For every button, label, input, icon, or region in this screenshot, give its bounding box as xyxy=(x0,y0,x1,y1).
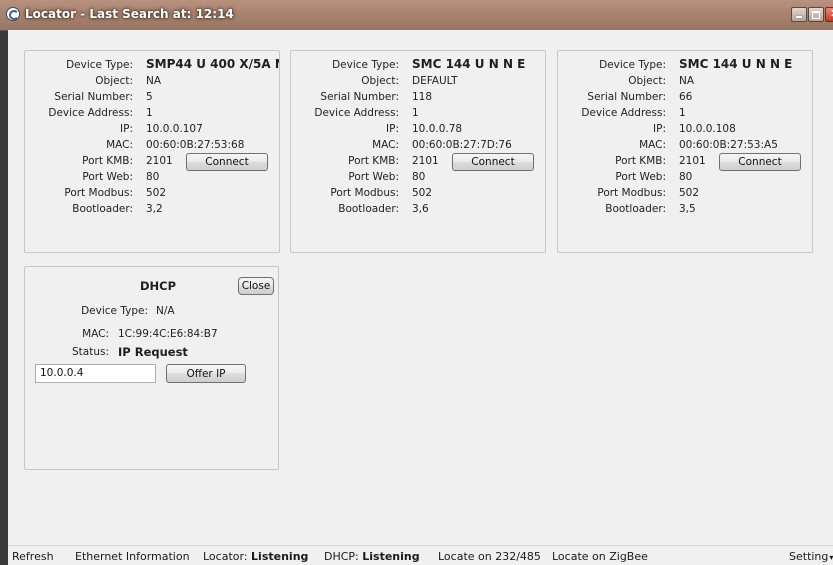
mac-label: MAC: xyxy=(639,139,666,151)
dhcp-status[interactable]: DHCP: Listening xyxy=(324,550,420,563)
bootloader-value: 3,6 xyxy=(412,203,429,215)
port-modbus-label: Port Modbus: xyxy=(330,187,399,199)
device-type-label: Device Type: xyxy=(332,59,399,71)
chevron-down-icon: ▾ xyxy=(829,553,833,562)
port-kmb-value: 2101 xyxy=(679,155,706,167)
port-kmb-label: Port KMB: xyxy=(82,155,133,167)
port-kmb-label: Port KMB: xyxy=(615,155,666,167)
app-refresh-icon xyxy=(6,7,20,21)
serial-number-label: Serial Number: xyxy=(320,91,399,103)
serial-number-value: 5 xyxy=(146,91,153,103)
device-panel: Device Type: SMC 144 U N N E Object: DEF… xyxy=(290,50,546,253)
bootloader-value: 3,5 xyxy=(679,203,696,215)
dhcp-mac-label: MAC: xyxy=(82,328,109,340)
dhcp-title: DHCP xyxy=(140,279,177,293)
serial-number-value: 118 xyxy=(412,91,433,103)
bootloader-label: Bootloader: xyxy=(338,203,399,215)
serial-number-label: Serial Number: xyxy=(54,91,133,103)
ip-label: IP: xyxy=(386,123,399,135)
device-type-label: Device Type: xyxy=(66,59,133,71)
locator-status-value: Listening xyxy=(251,550,309,563)
device-address-value: 1 xyxy=(679,107,686,119)
device-type-value: SMC 144 U N N E xyxy=(412,57,526,71)
mac-value: 00:60:0B:27:7D:76 xyxy=(412,139,512,151)
object-value: NA xyxy=(679,75,695,87)
port-web-label: Port Web: xyxy=(348,171,399,183)
dhcp-device-type-label: Device Type: xyxy=(81,305,148,317)
refresh-link[interactable]: Refresh xyxy=(12,550,54,563)
settings-menu[interactable]: Setting▾ xyxy=(789,550,833,563)
port-modbus-value: 502 xyxy=(146,187,167,199)
device-address-value: 1 xyxy=(412,107,419,119)
dhcp-status-value-sb: Listening xyxy=(362,550,420,563)
device-panel: Device Type: SMC 144 U N N E Object: NA … xyxy=(557,50,813,253)
object-label: Object: xyxy=(95,75,133,87)
close-window-button[interactable] xyxy=(825,7,833,22)
maximize-button[interactable] xyxy=(808,7,824,22)
mac-label: MAC: xyxy=(372,139,399,151)
offer-ip-button[interactable]: Offer IP xyxy=(166,364,246,383)
locator-status[interactable]: Locator: Listening xyxy=(203,550,308,563)
locate-zigbee-link[interactable]: Locate on ZigBee xyxy=(552,550,648,563)
dhcp-close-button[interactable]: Close xyxy=(238,277,274,295)
locator-status-label: Locator: xyxy=(203,550,248,563)
ip-value: 10.0.0.78 xyxy=(412,123,463,135)
bootloader-value: 3,2 xyxy=(146,203,163,215)
locate-232-link[interactable]: Locate on 232/485 xyxy=(438,550,541,563)
port-modbus-value: 502 xyxy=(412,187,433,199)
device-address-label: Device Address: xyxy=(581,107,666,119)
port-web-label: Port Web: xyxy=(615,171,666,183)
device-panel: Device Type: SMP44 U 400 X/5A N N Object… xyxy=(24,50,280,253)
port-web-label: Port Web: xyxy=(82,171,133,183)
window-title: Locator - Last Search at: 12:14 xyxy=(25,7,234,21)
mac-value: 00:60:0B:27:53:68 xyxy=(146,139,245,151)
device-address-label: Device Address: xyxy=(314,107,399,119)
minimize-button[interactable] xyxy=(791,7,807,22)
ip-value: 10.0.0.107 xyxy=(146,123,203,135)
offer-ip-input[interactable]: 10.0.0.4 xyxy=(35,364,156,383)
connect-button[interactable]: Connect xyxy=(186,153,268,171)
port-kmb-label: Port KMB: xyxy=(348,155,399,167)
object-label: Object: xyxy=(628,75,666,87)
device-type-value: SMP44 U 400 X/5A N N xyxy=(146,57,279,71)
port-web-value: 80 xyxy=(146,171,160,183)
port-web-value: 80 xyxy=(679,171,693,183)
dhcp-status-value: IP Request xyxy=(118,345,188,359)
object-value: DEFAULT xyxy=(412,75,458,87)
port-modbus-label: Port Modbus: xyxy=(597,187,666,199)
device-type-label: Device Type: xyxy=(599,59,666,71)
ip-label: IP: xyxy=(120,123,133,135)
bootloader-label: Bootloader: xyxy=(605,203,666,215)
bootloader-label: Bootloader: xyxy=(72,203,133,215)
ethernet-info-link[interactable]: Ethernet Information xyxy=(75,550,190,563)
settings-label: Setting xyxy=(789,550,829,563)
connect-button[interactable]: Connect xyxy=(452,153,534,171)
device-type-value: SMC 144 U N N E xyxy=(679,57,793,71)
mac-label: MAC: xyxy=(106,139,133,151)
device-address-label: Device Address: xyxy=(48,107,133,119)
title-bar[interactable]: Locator - Last Search at: 12:14 xyxy=(0,0,833,31)
ip-value: 10.0.0.108 xyxy=(679,123,736,135)
dhcp-panel: DHCP Close Device Type: N/A MAC: 1C:99:4… xyxy=(24,266,279,470)
serial-number-label: Serial Number: xyxy=(587,91,666,103)
client-area: Device Type: SMP44 U 400 X/5A N N Object… xyxy=(8,30,833,565)
dhcp-device-type-value: N/A xyxy=(156,305,175,317)
mac-value: 00:60:0B:27:53:A5 xyxy=(679,139,778,151)
ip-label: IP: xyxy=(653,123,666,135)
device-address-value: 1 xyxy=(146,107,153,119)
locator-window: Locator - Last Search at: 12:14 Device T… xyxy=(0,0,833,565)
port-kmb-value: 2101 xyxy=(146,155,173,167)
port-web-value: 80 xyxy=(412,171,426,183)
port-modbus-value: 502 xyxy=(679,187,700,199)
port-kmb-value: 2101 xyxy=(412,155,439,167)
connect-button[interactable]: Connect xyxy=(719,153,801,171)
dhcp-mac-value: 1C:99:4C:E6:84:B7 xyxy=(118,328,218,340)
dhcp-status-label-sb: DHCP: xyxy=(324,550,359,563)
object-label: Object: xyxy=(361,75,399,87)
port-modbus-label: Port Modbus: xyxy=(64,187,133,199)
object-value: NA xyxy=(146,75,162,87)
status-bar: Refresh Ethernet Information Locator: Li… xyxy=(8,545,833,565)
dhcp-status-label: Status: xyxy=(72,346,109,358)
serial-number-value: 66 xyxy=(679,91,693,103)
